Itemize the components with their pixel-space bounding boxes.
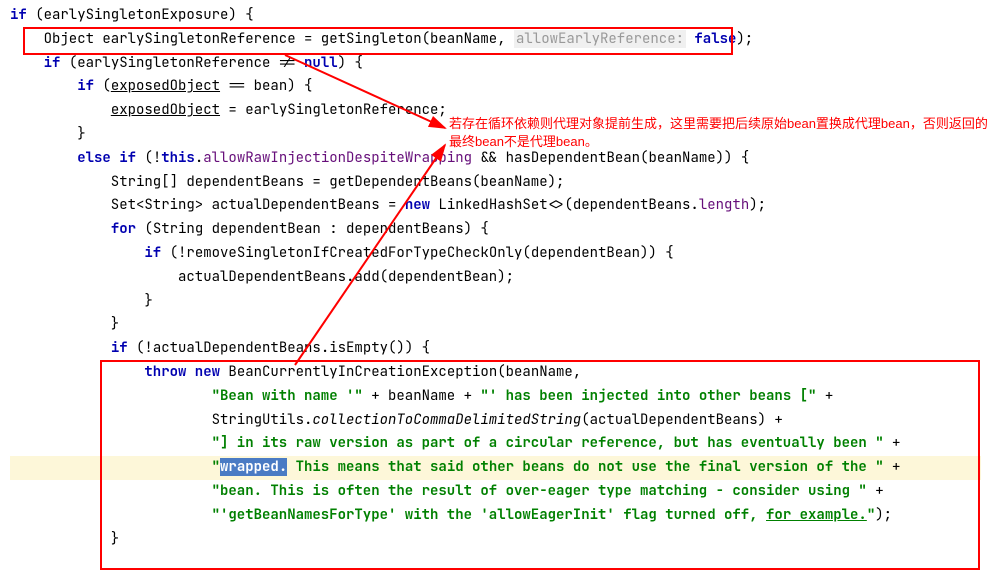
code-line-14: }: [10, 313, 981, 337]
code-text: ) {: [338, 54, 363, 72]
code-text: == bean) {: [220, 77, 312, 95]
code-text: BeanCurrentlyInCreationException(beanNam…: [220, 363, 581, 381]
string-literal: "Bean with name '": [212, 387, 363, 405]
code-text: (actualDependentBeans) +: [581, 411, 783, 429]
keyword-if: if: [111, 339, 128, 357]
code-text: );: [736, 30, 753, 48]
code-line-17: "Bean with name '" + beanName + "' has b…: [10, 385, 981, 409]
string-underline: for example.: [766, 506, 867, 524]
keyword-if: if: [10, 6, 27, 24]
indent: [10, 149, 77, 167]
param-hint: allowEarlyReference:: [514, 30, 686, 48]
keyword-for: for: [111, 220, 136, 238]
annotation-comment: 若存在循环依赖则代理对象提前生成，这里需要把后续原始bean置换成代理bean，…: [449, 115, 989, 151]
code-line-20: "wrapped. This means that said other bea…: [10, 456, 981, 480]
indent: [10, 434, 212, 452]
code-text: +: [867, 482, 884, 500]
code-line-19: "] in its raw version as part of a circu…: [10, 432, 981, 456]
code-text: +: [884, 434, 901, 452]
keyword-this: this: [161, 149, 195, 167]
keyword-if: if: [144, 244, 161, 262]
string-literal: "bean. This is often the result of over-…: [212, 482, 867, 500]
code-text: +: [816, 387, 833, 405]
code-line-16: throw new BeanCurrentlyInCreationExcepti…: [10, 361, 981, 385]
field-exposedObject: exposedObject: [111, 101, 220, 119]
selected-text: wrapped.: [220, 458, 287, 476]
keyword-if: if: [77, 77, 94, 95]
field-exposedObject: exposedObject: [111, 77, 220, 95]
code-text: (!actualDependentBeans.isEmpty()) {: [128, 339, 430, 357]
code-line-12: actualDependentBeans.add(dependentBean);: [10, 266, 981, 290]
code-text: (: [94, 77, 111, 95]
indent: [10, 101, 111, 119]
code-line-23: }: [10, 528, 981, 552]
code-text: && hasDependentBean(beanName)) {: [472, 149, 749, 167]
code-line-22: "'getBeanNamesForType' with the 'allowEa…: [10, 504, 981, 528]
code-text: );: [749, 196, 766, 214]
code-text: );: [875, 506, 892, 524]
keyword-if: if: [44, 54, 61, 72]
code-text: (String dependentBean : dependentBeans) …: [136, 220, 489, 238]
keyword-null: null: [304, 54, 338, 72]
code-line-18: StringUtils.collectionToCommaDelimitedSt…: [10, 409, 981, 433]
string-literal: "] in its raw version as part of a circu…: [212, 434, 884, 452]
code-text: LinkedHashSet<>(dependentBeans.: [430, 196, 699, 214]
code-line-9: Set<String> actualDependentBeans = new L…: [10, 194, 981, 218]
string-literal: ": [212, 458, 220, 476]
code-text: Object earlySingletonReference = getSing…: [10, 30, 514, 48]
code-line-3: if (earlySingletonReference != null) {: [10, 52, 981, 76]
indent: [10, 77, 77, 95]
boolean-false: false: [694, 30, 736, 48]
field-allowRaw: allowRawInjectionDespiteWrapping: [203, 149, 472, 167]
indent: [10, 363, 144, 381]
indent: [10, 387, 212, 405]
code-text: (!: [136, 149, 161, 167]
keyword-else-if: else if: [77, 149, 136, 167]
indent: [10, 506, 212, 524]
keyword-new: new: [405, 196, 430, 214]
code-text: Set<String> actualDependentBeans =: [10, 196, 405, 214]
code-line-1: if (earlySingletonExposure) {: [10, 4, 981, 28]
code-text: = earlySingletonReference;: [220, 101, 447, 119]
code-line-11: if (!removeSingletonIfCreatedForTypeChec…: [10, 242, 981, 266]
code-line-8: String[] dependentBeans = getDependentBe…: [10, 171, 981, 195]
code-line-13: }: [10, 290, 981, 314]
code-line-2: Object earlySingletonReference = getSing…: [10, 28, 981, 52]
indent: [10, 482, 212, 500]
keyword-throw-new: throw new: [144, 363, 220, 381]
code-text: +: [884, 458, 901, 476]
indent: [10, 244, 144, 262]
indent: [10, 339, 111, 357]
code-text: .: [195, 149, 203, 167]
code-text: StringUtils.: [10, 411, 312, 429]
string-literal: "' has been injected into other beans [": [480, 387, 816, 405]
code-line-4: if (exposedObject == bean) {: [10, 75, 981, 99]
static-method: collectionToCommaDelimitedString: [312, 411, 581, 429]
string-literal: ": [867, 506, 875, 524]
code-line-15: if (!actualDependentBeans.isEmpty()) {: [10, 337, 981, 361]
indent: [10, 54, 44, 72]
code-text: (!removeSingletonIfCreatedForTypeCheckOn…: [161, 244, 673, 262]
indent: [10, 220, 111, 238]
code-text: (earlySingletonReference !=: [60, 54, 304, 72]
code-text: (earlySingletonExposure) {: [27, 6, 254, 24]
string-literal: "'getBeanNamesForType' with the 'allowEa…: [212, 506, 766, 524]
indent: [10, 458, 212, 476]
code-line-10: for (String dependentBean : dependentBea…: [10, 218, 981, 242]
field-length: length: [699, 196, 749, 214]
code-text: + beanName +: [363, 387, 481, 405]
string-literal: This means that said other beans do not …: [287, 458, 883, 476]
code-line-21: "bean. This is often the result of over-…: [10, 480, 981, 504]
